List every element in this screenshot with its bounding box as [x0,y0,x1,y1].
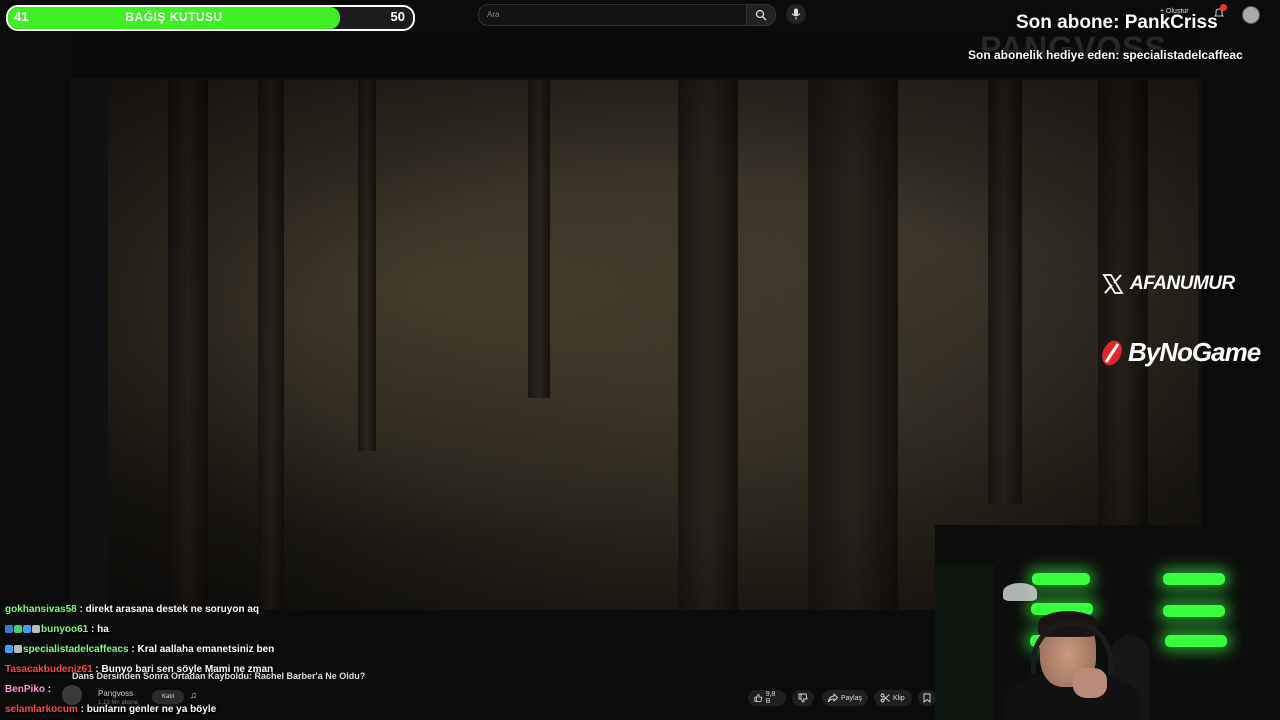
green-led-light [1163,573,1225,585]
save-button[interactable] [918,690,936,706]
share-button[interactable]: Paylaş [822,690,868,706]
join-button[interactable]: Katıl [152,690,184,704]
like-count: 9,8 B [765,691,776,705]
thumbs-down-icon [798,693,808,703]
chat-username: BenPiko [5,684,46,695]
chat-message-text: ha [97,624,109,635]
account-avatar[interactable] [1242,6,1260,24]
green-led-light [1165,635,1227,647]
chat-message: bunyoo61 : ha [5,624,109,635]
green-led-light [1032,573,1090,585]
subscriber-count: 1,13 Mn abone [98,700,139,706]
chat-badge-icon [14,625,22,633]
uploader-avatar[interactable] [62,685,82,705]
chat-badge-icon [32,625,40,633]
donation-progress-bar: 41 BAĞIŞ KUTUSU 50 [6,5,415,31]
dislike-button[interactable] [792,690,814,706]
last-gift-sub-text: Son abonelik hediye eden: specialistadel… [968,48,1243,62]
donation-goal: 50 [390,9,405,24]
share-icon [828,693,838,703]
chat-message-text: Kral aallaha emanetsiniz ben [137,644,275,655]
clip-button[interactable]: Klip [874,690,912,706]
scissors-icon [880,693,890,703]
search-placeholder: Ara [487,10,500,19]
voice-search-button[interactable] [786,4,806,24]
chat-badge-icon [14,645,22,653]
x-social-handle: AFANUMUR [1102,270,1235,298]
bookmark-icon [923,693,931,703]
video-title[interactable]: Dans Dersinden Sonra Ortadan Kayboldu: R… [72,671,365,681]
x-handle-text: AFANUMUR [1130,273,1235,294]
chat-badge-icon [5,625,13,633]
green-led-light [1163,605,1225,617]
x-logo-icon [1102,274,1124,294]
share-label: Paylaş [840,694,862,702]
donation-title: BAĞIŞ KUTUSU [125,10,223,24]
uploader-name[interactable]: Pangvoss [98,689,133,698]
chat-username: specialistadelcaffeacs [23,644,129,655]
search-input[interactable]: Ara [478,4,748,26]
chat-username: selamlarkocum [5,704,78,715]
subscribe-bell-button[interactable]: ♫ [190,690,197,700]
chat-badge-icon [23,625,31,633]
chat-username: gokhansivas58 [5,604,77,615]
sponsor-logo: ByNoGame [1100,337,1261,368]
bell-icon: ♫ [190,690,197,700]
bynogame-logo-icon [1102,340,1122,365]
like-button[interactable]: 9,8 B [748,690,786,706]
search-button[interactable] [746,4,776,26]
webcam-feed [935,525,1280,720]
video-player[interactable] [70,30,1202,610]
chat-message: gokhansivas58 : direkt arasana destek ne… [5,604,260,615]
last-subscriber-text: Son abone: PankCriss [1016,12,1218,33]
search-icon [755,9,767,21]
thumbs-up-icon [754,694,763,702]
notification-badge [1220,4,1227,11]
sponsor-name: ByNoGame [1128,337,1261,367]
microphone-icon [791,8,801,20]
chat-message: BenPiko : [5,684,52,695]
chat-message-text: direkt arasana destek ne soruyon aq [85,604,260,615]
clip-label: Klip [893,694,905,702]
chat-message: specialistadelcaffeacs : Kral aallaha em… [5,644,274,655]
chat-username: bunyoo61 [41,624,89,635]
chat-badge-icon [5,645,13,653]
